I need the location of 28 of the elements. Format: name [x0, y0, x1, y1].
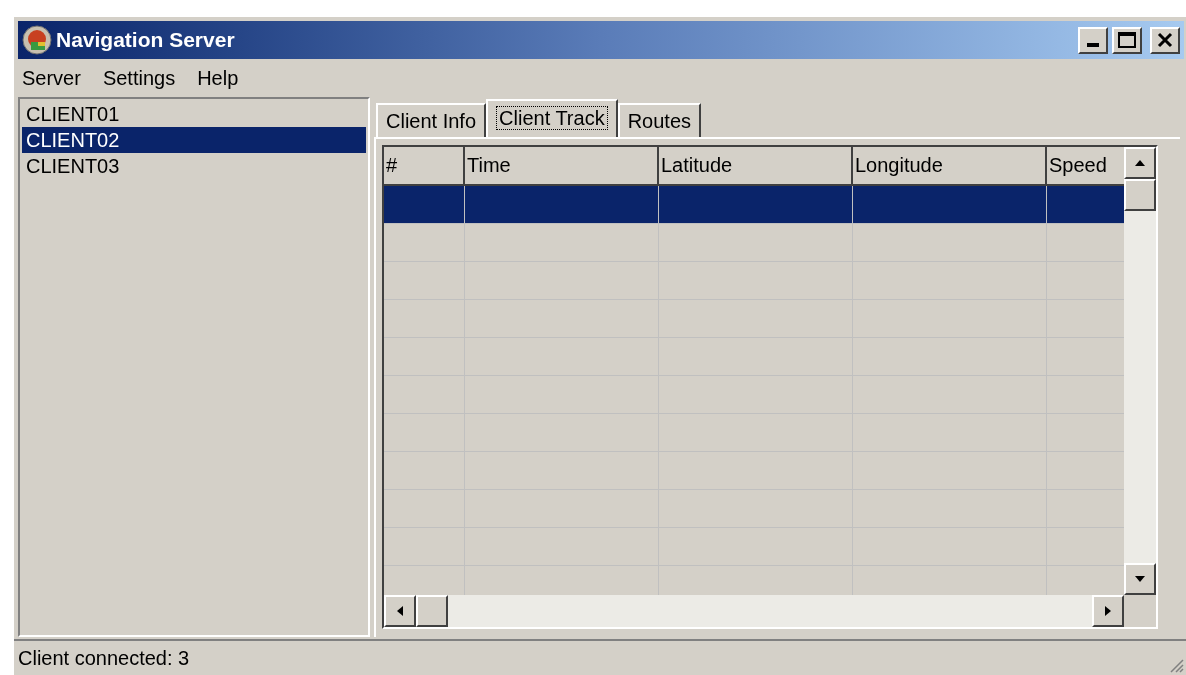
scroll-thumb[interactable]: [416, 595, 448, 627]
menu-item[interactable]: Server: [22, 63, 81, 93]
table-row[interactable]: [384, 186, 1124, 224]
tab[interactable]: Routes: [617, 103, 702, 137]
app-logo-icon: [22, 25, 52, 55]
close-icon: [1157, 32, 1173, 48]
menu-item[interactable]: Settings: [102, 63, 176, 93]
minimize-button[interactable]: [1078, 26, 1108, 54]
client-item[interactable]: CLIENT01: [22, 101, 366, 127]
scroll-right-button[interactable]: [1092, 595, 1124, 627]
tab[interactable]: Client Info: [376, 103, 487, 137]
client-item[interactable]: CLIENT03: [22, 153, 366, 179]
vertical-scrollbar[interactable]: [1124, 147, 1156, 595]
status-text: Client connected: 3: [18, 646, 191, 671]
scroll-thumb[interactable]: [1124, 179, 1156, 211]
menu-item[interactable]: Help: [197, 63, 239, 93]
scroll-up-button[interactable]: [1124, 147, 1156, 179]
client-item[interactable]: CLIENT02: [22, 127, 366, 153]
maximize-button[interactable]: [1112, 26, 1142, 54]
resize-grip-icon: [1168, 657, 1184, 673]
scroll-left-button[interactable]: [384, 595, 416, 627]
scroll-down-button[interactable]: [1124, 563, 1156, 595]
tab[interactable]: Client Track: [486, 99, 618, 137]
minimize-icon: [1087, 42, 1099, 47]
horizontal-scrollbar[interactable]: [384, 595, 1124, 627]
close-button[interactable]: [1150, 26, 1180, 54]
maximize-icon: [1118, 32, 1136, 48]
window-title: Navigation Server: [56, 27, 236, 54]
